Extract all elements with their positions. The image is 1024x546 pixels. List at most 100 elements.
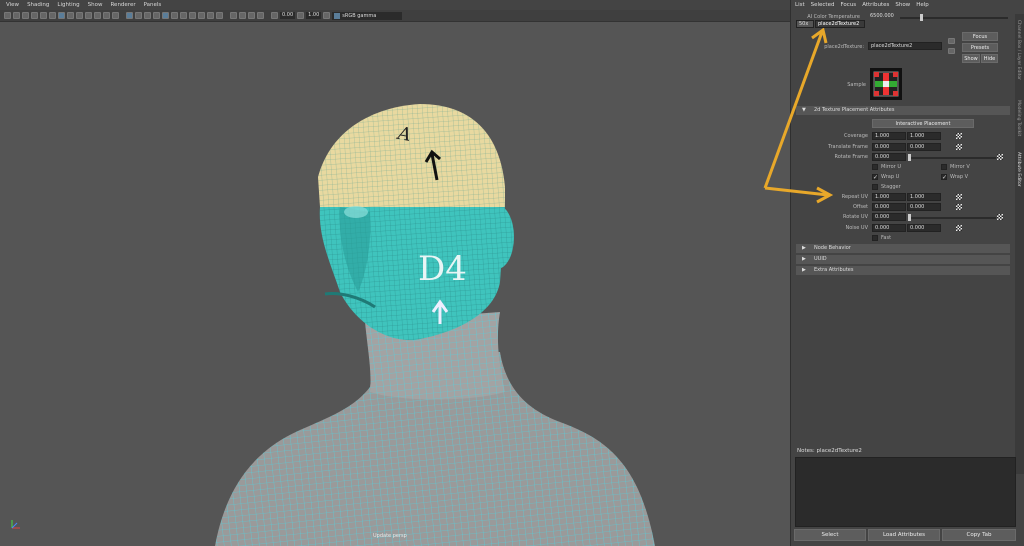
notes-textarea[interactable]	[795, 457, 1016, 527]
menu-lighting[interactable]: Lighting	[57, 2, 79, 8]
use-default-material-icon[interactable]	[144, 12, 151, 19]
xray-components-icon[interactable]	[257, 12, 264, 19]
xray-joints-icon[interactable]	[248, 12, 255, 19]
film-gate-icon[interactable]	[67, 12, 74, 19]
side-tab-channel-box[interactable]: Channel Box / Layer Editor	[1016, 20, 1021, 80]
ae-menu-help[interactable]: Help	[916, 2, 929, 8]
coverage-v-field[interactable]: 1.000	[907, 132, 941, 140]
section-node-behavior[interactable]: ▶ Node Behavior	[796, 244, 1010, 253]
mirror-v-checkbox[interactable]	[941, 164, 947, 170]
wireframe-on-shaded-icon[interactable]	[153, 12, 160, 19]
gate-mask-icon[interactable]	[85, 12, 92, 19]
noise-uv-map-icon[interactable]	[956, 225, 962, 231]
ae-menu-attributes[interactable]: Attributes	[862, 2, 889, 8]
anti-aliasing-icon[interactable]	[207, 12, 214, 19]
grid-icon[interactable]	[58, 12, 65, 19]
motion-blur-icon[interactable]	[198, 12, 205, 19]
screen-space-ao-icon[interactable]	[189, 12, 196, 19]
translate-frame-map-icon[interactable]	[956, 144, 962, 150]
ae-tab-prefix[interactable]: 50x	[796, 20, 814, 28]
presets-button[interactable]: Presets	[962, 43, 998, 52]
repeat-v-field[interactable]: 1.000	[907, 193, 941, 201]
menu-renderer[interactable]: Renderer	[110, 2, 135, 8]
resolution-gate-icon[interactable]	[76, 12, 83, 19]
copy-tab-button[interactable]: Copy Tab	[942, 529, 1016, 541]
repeat-uv-map-icon[interactable]	[956, 194, 962, 200]
color-temp-slider-knob[interactable]	[920, 14, 923, 21]
menu-panels[interactable]: Panels	[144, 2, 162, 8]
textured-icon[interactable]	[162, 12, 169, 19]
interactive-placement-button[interactable]: Interactive Placement	[872, 119, 974, 128]
camera-lock-icon[interactable]	[13, 12, 20, 19]
rotate-frame-field[interactable]: 0.000	[872, 153, 906, 161]
side-tab-modeling-toolkit[interactable]: Modeling Toolkit	[1016, 100, 1021, 136]
field-chart-icon[interactable]	[94, 12, 101, 19]
isolate-select-icon[interactable]	[230, 12, 237, 19]
ae-tab-place2dtexture[interactable]: place2dTexture2	[815, 20, 865, 28]
smooth-shade-icon[interactable]	[135, 12, 142, 19]
gamma-field[interactable]: 1.00	[306, 12, 322, 19]
translate-frame-v-field[interactable]: 0.000	[907, 143, 941, 151]
rotate-uv-map-icon[interactable]	[997, 214, 1003, 220]
offset-v-field[interactable]: 0.000	[907, 203, 941, 211]
section-uuid[interactable]: ▶ UUID	[796, 255, 1010, 264]
side-tab-attribute-editor[interactable]: Attribute Editor	[1016, 152, 1021, 187]
rotate-uv-slider-knob[interactable]	[908, 214, 911, 221]
menu-view[interactable]: View	[6, 2, 19, 8]
rotate-frame-map-icon[interactable]	[997, 154, 1003, 160]
coverage-map-icon[interactable]	[956, 133, 962, 139]
menu-show[interactable]: Show	[88, 2, 103, 8]
exposure-icon[interactable]	[271, 12, 278, 19]
ae-menu-selected[interactable]: Selected	[811, 2, 835, 8]
safe-action-icon[interactable]	[103, 12, 110, 19]
select-node-icon[interactable]	[948, 38, 955, 44]
xray-icon[interactable]	[239, 12, 246, 19]
output-connections-icon[interactable]	[948, 48, 955, 54]
show-button[interactable]: Show	[962, 54, 980, 63]
rotate-uv-field[interactable]: 0.000	[872, 213, 906, 221]
camera-select-icon[interactable]	[4, 12, 11, 19]
safe-title-icon[interactable]	[112, 12, 119, 19]
color-temp-slider[interactable]	[900, 17, 1008, 19]
wrap-u-checkbox[interactable]: ✓	[872, 174, 878, 181]
menu-shading[interactable]: Shading	[27, 2, 49, 8]
noise-v-field[interactable]: 0.000	[907, 224, 941, 232]
section-extra-attributes[interactable]: ▶ Extra Attributes	[796, 266, 1010, 275]
gamma-icon[interactable]	[297, 12, 305, 19]
exposure-field[interactable]: 0.00	[280, 12, 296, 19]
colorspace-dropdown[interactable]: sRGB gamma	[332, 11, 403, 20]
image-plane-icon[interactable]	[31, 12, 38, 19]
repeat-u-field[interactable]: 1.000	[872, 193, 906, 201]
viewport[interactable]: View Shading Lighting Show Renderer Pane…	[0, 0, 790, 546]
rotate-frame-slider-knob[interactable]	[908, 154, 911, 161]
hide-button[interactable]: Hide	[981, 54, 998, 63]
coverage-u-field[interactable]: 1.000	[872, 132, 906, 140]
color-management-icon[interactable]	[323, 12, 331, 19]
stagger-checkbox[interactable]	[872, 184, 878, 190]
grease-pencil-icon[interactable]	[49, 12, 56, 19]
wrap-v-checkbox[interactable]: ✓	[941, 174, 947, 181]
node-name-field[interactable]: place2dTexture2	[868, 42, 942, 50]
offset-u-field[interactable]: 0.000	[872, 203, 906, 211]
shadows-icon[interactable]	[180, 12, 187, 19]
bookmark-icon[interactable]	[22, 12, 29, 19]
select-button[interactable]: Select	[794, 529, 866, 541]
2d-pan-zoom-icon[interactable]	[40, 12, 47, 19]
section-2d-texture-placement[interactable]: ▼ 2d Texture Placement Attributes	[796, 106, 1010, 115]
offset-map-icon[interactable]	[956, 204, 962, 210]
rotate-uv-slider[interactable]	[908, 217, 996, 219]
ae-menu-show[interactable]: Show	[895, 2, 910, 8]
use-all-lights-icon[interactable]	[171, 12, 178, 19]
fast-checkbox[interactable]	[872, 235, 878, 241]
mirror-u-checkbox[interactable]	[872, 164, 878, 170]
wireframe-icon[interactable]	[126, 12, 133, 19]
load-attributes-button[interactable]: Load Attributes	[868, 529, 940, 541]
focus-button[interactable]: Focus	[962, 32, 998, 41]
depth-of-field-icon[interactable]	[216, 12, 223, 19]
noise-u-field[interactable]: 0.000	[872, 224, 906, 232]
color-temp-field[interactable]: 6500.000	[868, 13, 898, 21]
translate-frame-u-field[interactable]: 0.000	[872, 143, 906, 151]
rotate-frame-slider[interactable]	[908, 157, 996, 159]
ae-menu-list[interactable]: List	[795, 2, 805, 8]
ae-menu-focus[interactable]: Focus	[840, 2, 856, 8]
